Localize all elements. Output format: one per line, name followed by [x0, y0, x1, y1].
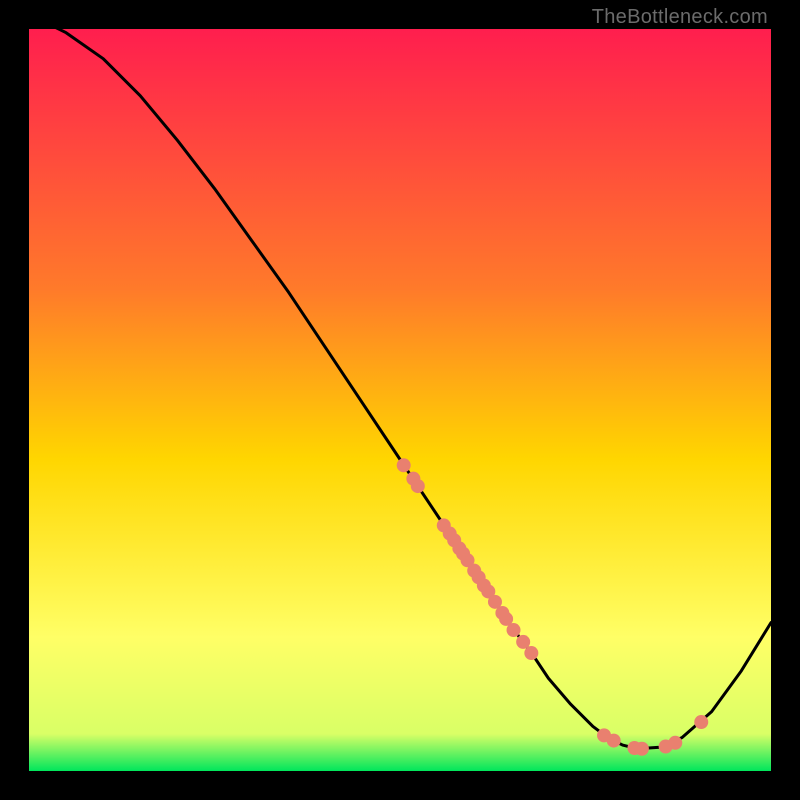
- data-point: [694, 715, 708, 729]
- data-point: [516, 635, 530, 649]
- chart-frame: [29, 29, 771, 771]
- data-point: [607, 734, 621, 748]
- data-point: [397, 458, 411, 472]
- data-point: [524, 646, 538, 660]
- chart-svg: [29, 29, 771, 771]
- data-point: [411, 479, 425, 493]
- gradient-background: [29, 29, 771, 771]
- data-point: [668, 736, 682, 750]
- data-point: [507, 623, 521, 637]
- data-point: [635, 742, 649, 756]
- watermark-text: TheBottleneck.com: [592, 6, 768, 29]
